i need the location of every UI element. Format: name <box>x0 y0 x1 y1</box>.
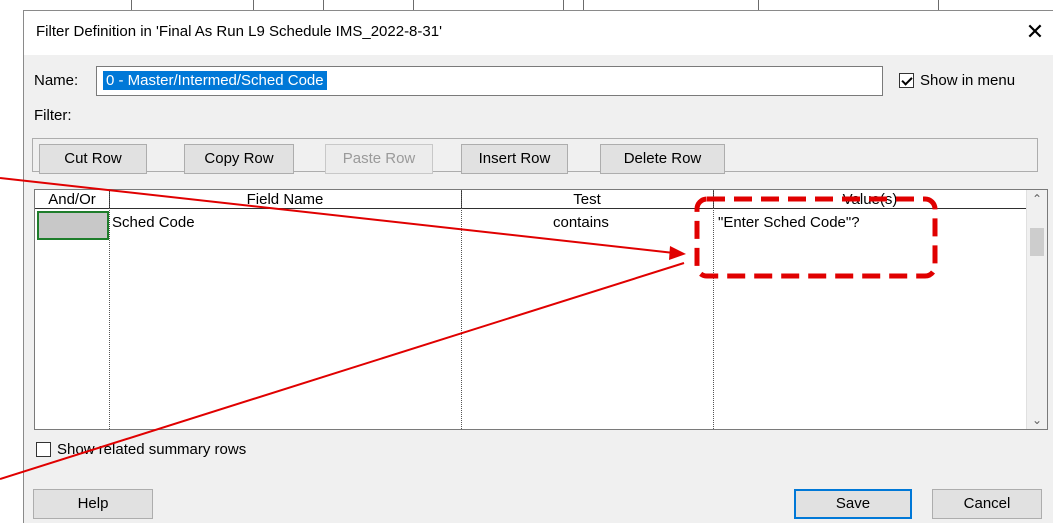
title-bar: Filter Definition in 'Final As Run L9 Sc… <box>24 11 1053 55</box>
column-divider <box>713 190 714 429</box>
dialog-title: Filter Definition in 'Final As Run L9 Sc… <box>36 23 442 40</box>
column-divider <box>109 190 110 429</box>
column-header-field-name[interactable]: Field Name <box>109 190 461 209</box>
show-in-menu-checkbox[interactable] <box>899 73 914 88</box>
save-button[interactable]: Save <box>794 489 912 519</box>
help-button[interactable]: Help <box>33 489 153 519</box>
copy-row-button[interactable]: Copy Row <box>184 144 294 174</box>
show-in-menu-label[interactable]: Show in menu <box>920 72 1015 89</box>
cancel-button[interactable]: Cancel <box>932 489 1042 519</box>
filter-criteria-grid[interactable]: And/Or Field Name Test Value(s) Sched Co… <box>34 189 1048 430</box>
insert-row-button[interactable]: Insert Row <box>461 144 568 174</box>
name-input[interactable]: 0 - Master/Intermed/Sched Code <box>96 66 883 96</box>
grid-vertical-scrollbar[interactable]: ⌃ ⌄ <box>1026 190 1047 429</box>
values-cell[interactable]: "Enter Sched Code"? <box>718 214 860 231</box>
column-header-and-or[interactable]: And/Or <box>35 190 109 209</box>
name-label: Name: <box>34 72 79 89</box>
scroll-down-icon[interactable]: ⌄ <box>1030 413 1044 427</box>
column-header-test[interactable]: Test <box>461 190 713 209</box>
background-spreadsheet-column <box>0 0 24 523</box>
show-related-summary-label[interactable]: Show related summary rows <box>57 441 246 458</box>
paste-row-button[interactable]: Paste Row <box>325 144 433 174</box>
name-input-value: 0 - Master/Intermed/Sched Code <box>103 71 327 90</box>
field-name-cell[interactable]: Sched Code <box>112 214 195 231</box>
filter-label: Filter: <box>34 107 72 124</box>
close-icon[interactable]: ✕ <box>1019 16 1051 48</box>
test-cell[interactable]: contains <box>553 214 609 231</box>
and-or-cell-selected[interactable] <box>37 211 109 240</box>
scroll-thumb[interactable] <box>1030 228 1044 256</box>
delete-row-button[interactable]: Delete Row <box>600 144 725 174</box>
show-related-summary-checkbox[interactable] <box>36 442 51 457</box>
cut-row-button[interactable]: Cut Row <box>39 144 147 174</box>
column-divider <box>461 190 462 429</box>
column-header-values[interactable]: Value(s) <box>713 190 1027 209</box>
scroll-up-icon[interactable]: ⌃ <box>1030 192 1044 206</box>
filter-definition-dialog: Filter Definition in 'Final As Run L9 Sc… <box>23 10 1053 523</box>
